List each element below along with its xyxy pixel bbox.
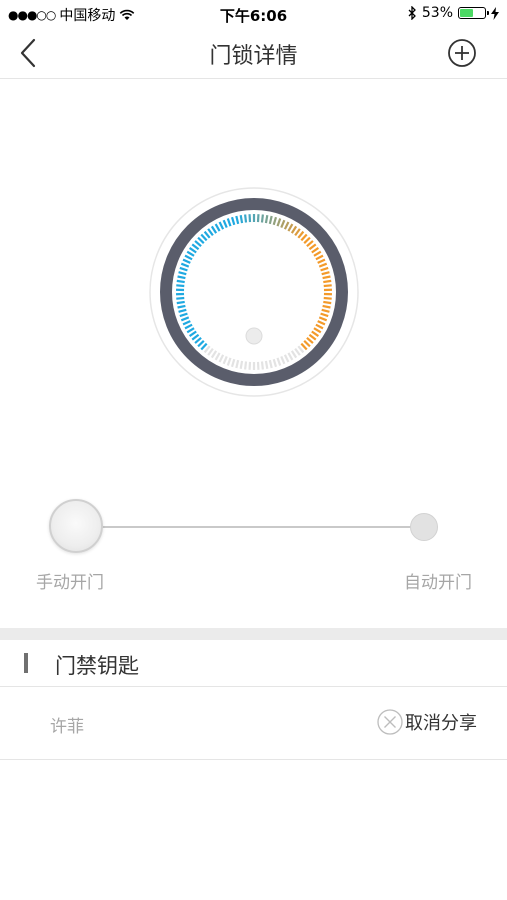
dial-tick [239,360,244,370]
battery-percent: 53% [421,5,453,21]
dial-tick [176,296,185,300]
section-title: 门禁钥匙 [55,654,139,678]
dial-tick [260,214,264,223]
battery-fill [460,9,473,17]
dial-tick [322,275,331,280]
bluetooth-icon [408,6,416,20]
close-circle-icon [377,709,403,735]
dial-tick [176,300,185,305]
dial-tick [239,214,244,224]
cancel-share-button[interactable]: 取消分享 [377,709,477,735]
dial-tick [244,361,248,370]
list-item: 许菲 取消分享 [0,687,507,760]
manual-unlock-label[interactable]: 手动开门 [36,568,104,593]
navigation-bar: 门锁详情 [0,28,507,79]
dial-tick [323,279,332,284]
slider-knob-auto[interactable] [410,513,438,541]
dial-tick [323,300,332,305]
key-holder-name: 许菲 [50,717,84,737]
slider-knob-manual[interactable] [49,499,103,553]
dial-tick [323,296,332,300]
cancel-share-label: 取消分享 [405,713,477,734]
dial-tick [176,279,185,284]
dial-tick [323,284,332,288]
section-divider [0,628,507,640]
section-accent-bar [24,653,28,673]
dial-tick [264,360,269,370]
charging-bolt-icon [491,6,499,20]
unlock-mode-slider[interactable]: 手动开门 自动开门 [0,490,507,600]
dial-tick [176,284,185,288]
access-keys-header: 门禁钥匙 [0,640,507,687]
status-bar: ●●●○○ 中国移动 下午6:06 53% [0,0,507,28]
battery-icon [458,7,489,19]
page-title: 门锁详情 [209,44,298,69]
dial-tick [264,214,269,224]
dial-tick [244,214,248,223]
lock-dial[interactable] [148,186,360,398]
dial-tick [260,361,264,370]
slider-track[interactable] [76,526,426,528]
dial-tick [177,304,186,309]
add-circle-icon[interactable] [447,38,477,68]
dial-tick [177,275,186,280]
auto-unlock-label[interactable]: 自动开门 [404,568,472,593]
dial-indicator-dot [245,327,263,345]
dial-tick [322,304,331,309]
